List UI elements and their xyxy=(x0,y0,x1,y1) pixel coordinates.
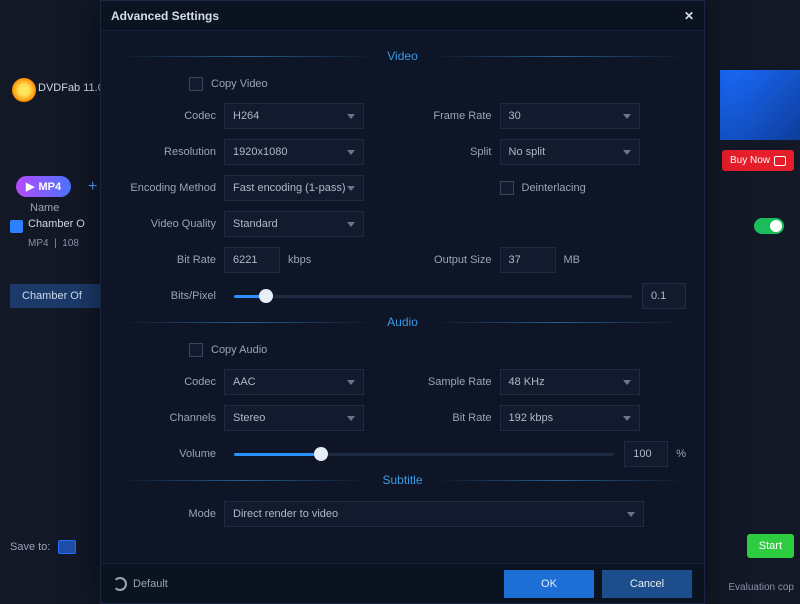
volume-input[interactable] xyxy=(624,441,668,467)
chevron-down-icon xyxy=(623,416,631,421)
chevron-down-icon xyxy=(623,114,631,119)
promo-panel xyxy=(720,70,800,140)
deinterlacing-label: Deinterlacing xyxy=(522,182,586,194)
format-pill[interactable]: ▶ MP4 xyxy=(16,176,71,197)
video-bitrate-input[interactable] xyxy=(224,247,280,273)
audio-bitrate-label: Bit Rate xyxy=(415,412,500,424)
modal-body: Video Copy Video Codec H264 Frame Rate 3… xyxy=(101,31,704,563)
framerate-label: Frame Rate xyxy=(415,110,500,122)
volume-label: Volume xyxy=(119,448,224,460)
cancel-button[interactable]: Cancel xyxy=(602,570,692,598)
subtitle-mode-select[interactable]: Direct render to video xyxy=(224,501,644,527)
volume-slider[interactable] xyxy=(234,444,614,464)
modal-titlebar: Advanced Settings ✕ xyxy=(101,1,704,31)
chevron-down-icon xyxy=(347,416,355,421)
cart-icon xyxy=(774,156,786,166)
buy-now-button[interactable]: Buy Now xyxy=(722,150,794,171)
encoding-select[interactable]: Fast encoding (1-pass) xyxy=(224,175,364,201)
app-logo-icon xyxy=(12,78,36,102)
copy-video-row: Copy Video xyxy=(189,77,686,91)
ok-button[interactable]: OK xyxy=(504,570,594,598)
copy-audio-label: Copy Audio xyxy=(211,344,267,356)
modal-footer: Default OK Cancel xyxy=(101,563,704,603)
bitspixel-slider[interactable] xyxy=(234,286,632,306)
audio-bitrate-select[interactable]: 192 kbps xyxy=(500,405,640,431)
add-button[interactable]: + xyxy=(88,178,97,196)
refresh-icon xyxy=(113,577,127,591)
channels-select[interactable]: Stereo xyxy=(224,405,364,431)
list-item-selected[interactable]: Chamber Of xyxy=(10,284,110,308)
save-to-label: Save to: xyxy=(10,540,76,554)
audio-codec-label: Codec xyxy=(119,376,224,388)
folder-icon[interactable] xyxy=(58,540,76,554)
outputsize-input[interactable] xyxy=(500,247,556,273)
chevron-down-icon xyxy=(623,150,631,155)
quality-select[interactable]: Standard xyxy=(224,211,364,237)
copy-audio-checkbox[interactable] xyxy=(189,343,203,357)
video-bitrate-label: Bit Rate xyxy=(119,254,224,266)
chevron-down-icon xyxy=(627,512,635,517)
item-checkbox[interactable] xyxy=(10,220,23,233)
enable-toggle[interactable] xyxy=(754,218,784,234)
samplerate-select[interactable]: 48 KHz xyxy=(500,369,640,395)
outputsize-unit: MB xyxy=(564,254,581,266)
channels-label: Channels xyxy=(119,412,224,424)
codec-label: Codec xyxy=(119,110,224,122)
copy-video-checkbox[interactable] xyxy=(189,77,203,91)
chevron-down-icon xyxy=(347,380,355,385)
bitspixel-input[interactable] xyxy=(642,283,686,309)
deinterlacing-row: Deinterlacing xyxy=(500,181,586,195)
volume-unit: % xyxy=(676,448,686,460)
start-button[interactable]: Start xyxy=(747,534,794,558)
encoding-label: Encoding Method xyxy=(119,182,224,194)
subtitle-mode-label: Mode xyxy=(119,508,224,520)
deinterlacing-checkbox[interactable] xyxy=(500,181,514,195)
video-section-header: Video xyxy=(119,49,686,63)
chevron-down-icon xyxy=(623,380,631,385)
chevron-down-icon xyxy=(347,114,355,119)
samplerate-label: Sample Rate xyxy=(415,376,500,388)
outputsize-label: Output Size xyxy=(415,254,500,266)
framerate-select[interactable]: 30 xyxy=(500,103,640,129)
audio-codec-select[interactable]: AAC xyxy=(224,369,364,395)
copy-audio-row: Copy Audio xyxy=(189,343,686,357)
chevron-down-icon xyxy=(347,186,355,191)
close-icon[interactable]: ✕ xyxy=(684,9,694,23)
evaluation-text: Evaluation cop xyxy=(728,582,794,593)
chevron-down-icon xyxy=(347,150,355,155)
split-select[interactable]: No split xyxy=(500,139,640,165)
default-button[interactable]: Default xyxy=(113,577,168,591)
video-codec-select[interactable]: H264 xyxy=(224,103,364,129)
resolution-label: Resolution xyxy=(119,146,224,158)
bitspixel-label: Bits/Pixel xyxy=(119,290,224,302)
bitrate-unit: kbps xyxy=(288,254,311,266)
chevron-down-icon xyxy=(347,222,355,227)
modal-title: Advanced Settings xyxy=(111,9,219,23)
subtitle-section-header: Subtitle xyxy=(119,473,686,487)
advanced-settings-modal: Advanced Settings ✕ Video Copy Video Cod… xyxy=(100,0,705,604)
copy-video-label: Copy Video xyxy=(211,78,268,90)
resolution-select[interactable]: 1920x1080 xyxy=(224,139,364,165)
quality-label: Video Quality xyxy=(119,218,224,230)
column-header-name: Name xyxy=(30,202,59,214)
audio-section-header: Audio xyxy=(119,315,686,329)
split-label: Split xyxy=(415,146,500,158)
list-item-meta: MP4 | 108 xyxy=(28,238,79,249)
